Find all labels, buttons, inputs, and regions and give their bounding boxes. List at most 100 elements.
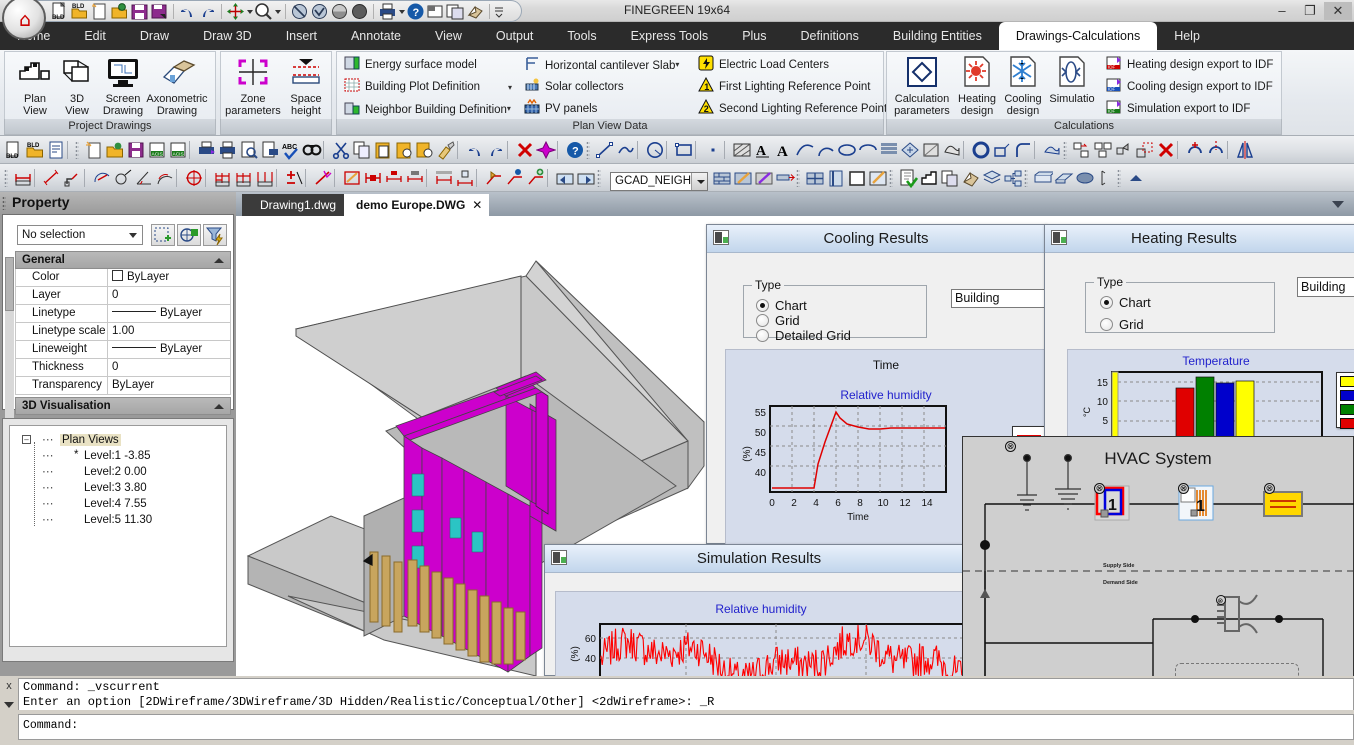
text-icon[interactable]: A	[753, 140, 773, 160]
region-icon[interactable]	[921, 140, 941, 160]
pan-icon[interactable]	[226, 2, 245, 21]
osnap-on-icon[interactable]	[310, 2, 329, 21]
chevron-up-icon[interactable]	[214, 258, 224, 263]
circle-icon[interactable]	[645, 140, 665, 160]
paste-special-icon[interactable]	[394, 140, 414, 160]
section-icon[interactable]	[1096, 168, 1116, 188]
tree-item-level-3[interactable]: ⋯ Level:3 3.80	[22, 480, 226, 496]
dim-edit-icon[interactable]	[342, 168, 362, 188]
print-icon[interactable]	[218, 140, 238, 160]
component-edit-icon[interactable]	[868, 168, 888, 188]
dim-jog-icon[interactable]	[455, 168, 475, 188]
print-dropdown-caret-icon[interactable]	[398, 2, 405, 21]
neighbor-building-definition-item[interactable]: Neighbor Building Definition▾	[344, 99, 515, 119]
close-icon[interactable]: ✕	[472, 194, 482, 216]
save-as-icon[interactable]	[150, 2, 169, 21]
find-icon[interactable]	[302, 140, 322, 160]
redo-icon[interactable]	[486, 140, 506, 160]
layer-next-icon[interactable]	[576, 168, 596, 188]
tree-collapse-icon[interactable]: –	[22, 435, 31, 444]
wall-properties-icon[interactable]	[754, 168, 774, 188]
opening-icon[interactable]	[847, 168, 867, 188]
building-plot-definition-item[interactable]: Building Plot Definition	[344, 77, 480, 97]
new-bld-icon[interactable]: BLD	[4, 140, 24, 160]
quick-leader-icon[interactable]	[526, 168, 546, 188]
paste-icon[interactable]	[373, 140, 393, 160]
chevron-down-icon[interactable]	[125, 227, 141, 243]
calculation-parameters-button[interactable]: Calculation parameters	[890, 55, 954, 117]
delete-icon[interactable]	[1156, 140, 1176, 160]
acis-in-icon[interactable]: ACIS	[147, 140, 167, 160]
polyline-icon[interactable]	[616, 140, 636, 160]
cooling-radio-detailed-grid[interactable]: Detailed Grid	[756, 328, 851, 343]
print-preview-icon[interactable]	[239, 140, 259, 160]
property-row-transparency[interactable]: Transparency ByLayer	[15, 377, 231, 395]
close-icon[interactable]: x	[2, 680, 16, 692]
dim-text-edit-icon[interactable]	[363, 168, 383, 188]
cooling-results-title-bar[interactable]: Cooling Results	[707, 225, 1045, 253]
tree-item-level-5[interactable]: ⋯ Level:5 11.30	[22, 512, 226, 528]
boundary-icon[interactable]	[942, 140, 962, 160]
toolbar-grip[interactable]	[597, 169, 601, 187]
energy-surface-model-item[interactable]: Energy surface model	[344, 55, 477, 75]
property-row-linetype-scale[interactable]: Linetype scale 1.00	[15, 323, 231, 341]
new-file-icon[interactable]	[84, 140, 104, 160]
property-value[interactable]: ByLayer	[108, 341, 230, 358]
plan-views-tree[interactable]: – ⋯ Plan Views ⋯ * Level:1 -3.85 ⋯ Level…	[9, 425, 227, 647]
cooling-radio-grid[interactable]: Grid	[756, 313, 800, 328]
redo-icon[interactable]	[198, 2, 217, 21]
command-input[interactable]: Command:	[18, 714, 1354, 740]
pv-panels-item[interactable]: PV panels	[524, 98, 597, 119]
heating-results-window[interactable]: Heating Results Type Chart Grid Building…	[1044, 224, 1354, 465]
toolbar-grip[interactable]	[586, 141, 590, 159]
axonometric-drawing-button[interactable]: Axonometric Drawing	[144, 55, 210, 117]
screen-drawing-button[interactable]: Screen Drawing	[96, 55, 150, 117]
explode-icon[interactable]	[535, 140, 557, 160]
quick-select-icon[interactable]	[151, 224, 175, 246]
layer-prev-icon[interactable]	[555, 168, 575, 188]
plan-view-icon[interactable]	[919, 168, 939, 188]
revcloud-icon[interactable]	[992, 140, 1012, 160]
tab-view[interactable]: View	[418, 22, 479, 50]
save-icon[interactable]	[130, 2, 149, 21]
solar-collectors-item[interactable]: Solar collectors	[524, 77, 624, 97]
toolbar-grip[interactable]	[1117, 169, 1121, 187]
tab-output[interactable]: Output	[479, 22, 551, 50]
cooling-radio-chart[interactable]: Chart	[756, 298, 807, 313]
heating-idf-export-item[interactable]: IDF Heating design export to IDF	[1106, 55, 1273, 75]
tab-draw-3d[interactable]: Draw 3D	[186, 22, 269, 50]
diameter-dim-icon[interactable]	[113, 168, 133, 188]
open-drawing-icon[interactable]	[110, 2, 129, 21]
toolbar-grip[interactable]	[4, 169, 8, 187]
maximize-button[interactable]: ❐	[1296, 2, 1324, 20]
toolbar-grip[interactable]	[75, 141, 79, 159]
render-icon[interactable]	[466, 2, 485, 21]
roof-icon[interactable]	[1054, 168, 1074, 188]
angular-dim-icon[interactable]	[134, 168, 154, 188]
ordinate-dim-icon[interactable]	[63, 168, 83, 188]
arc-icon[interactable]	[816, 140, 836, 160]
wall-icon[interactable]	[712, 168, 732, 188]
render-icon[interactable]	[961, 168, 981, 188]
slab-icon[interactable]	[1033, 168, 1057, 188]
spell-check-icon[interactable]: ABC	[281, 140, 301, 160]
osnap-off-icon[interactable]	[290, 2, 309, 21]
dim-inspect-icon[interactable]	[313, 168, 333, 188]
ellipse-arc-icon[interactable]	[858, 140, 878, 160]
cooling-design-button[interactable]: Cooling design	[998, 55, 1048, 117]
donut-icon[interactable]	[971, 140, 991, 160]
dim-break-icon[interactable]	[255, 168, 275, 188]
property-row-linetype[interactable]: Linetype ByLayer	[15, 305, 231, 323]
pan-dropdown-caret-icon[interactable]	[246, 2, 253, 21]
property-row-thickness[interactable]: Thickness 0	[15, 359, 231, 377]
mirror3d-icon[interactable]	[1235, 140, 1255, 160]
simulation-results-window[interactable]: Simulation Results Relative humidity 60 4…	[544, 544, 974, 679]
wipeout-icon[interactable]	[1042, 140, 1062, 160]
electric-load-centers-item[interactable]: Electric Load Centers	[698, 55, 829, 75]
shade-full-icon[interactable]	[350, 2, 369, 21]
open-bld-icon[interactable]: BLD	[70, 2, 89, 21]
stretch-icon[interactable]	[1114, 140, 1134, 160]
heating-design-button[interactable]: Heating design	[952, 55, 1002, 117]
ellipse-icon[interactable]	[837, 140, 857, 160]
simulation-button[interactable]: Simulatio	[1044, 55, 1100, 105]
